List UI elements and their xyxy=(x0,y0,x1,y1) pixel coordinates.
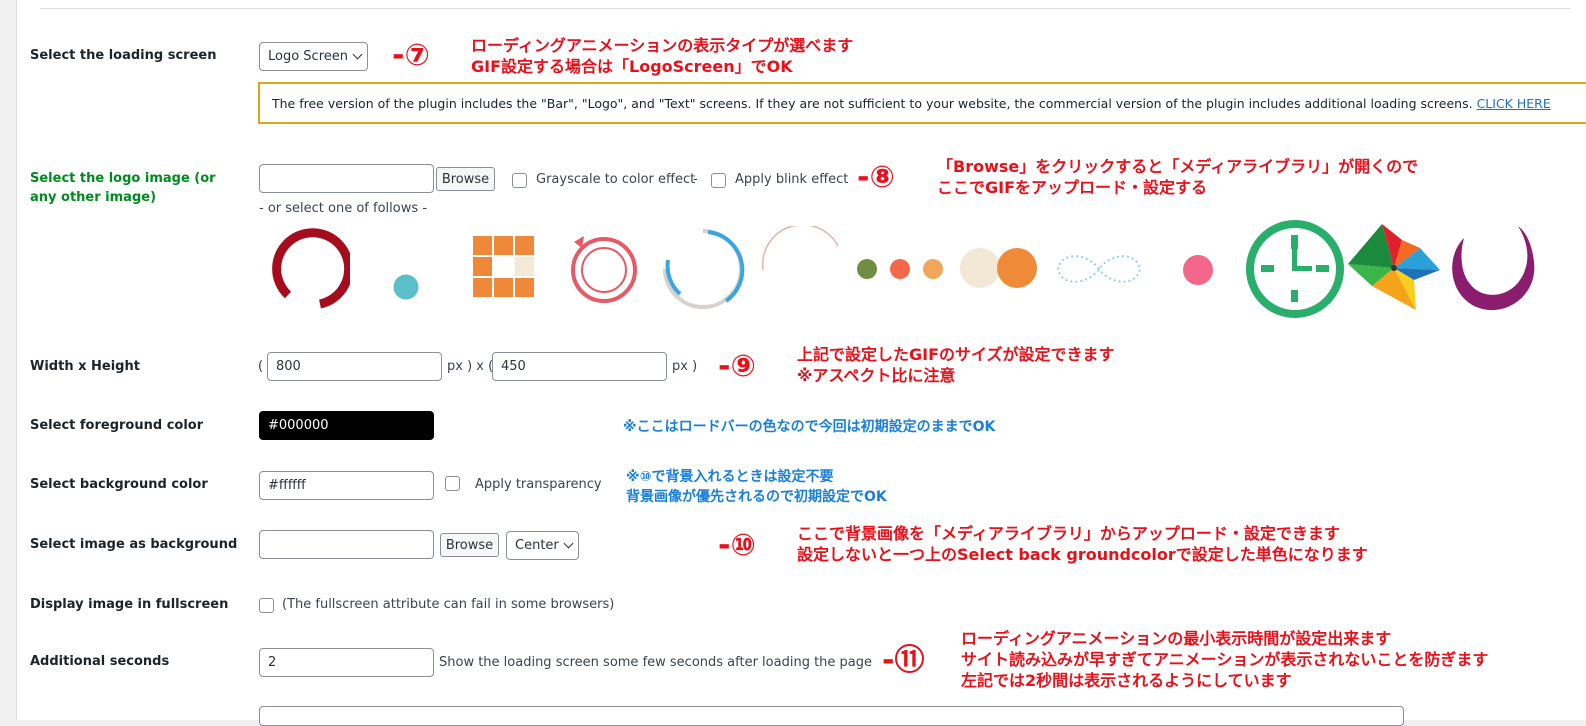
annotation-7-line2: GIF設定する場合は「LogoScreen」でOK xyxy=(471,57,793,76)
loading-screen-label: Select the loading screen xyxy=(30,48,217,63)
pinwheel-loader-icon[interactable] xyxy=(1344,218,1448,318)
seconds-label: Additional seconds xyxy=(30,654,170,669)
annotation-9-line1: 上記で設定したGIFのサイズが設定できます xyxy=(797,345,1115,364)
background-note-line1: ※⑩で背景入れるときは設定不要 xyxy=(626,469,834,485)
pink-dot-loader-icon[interactable] xyxy=(1181,253,1215,287)
loading-screen-select-value: Logo Screen xyxy=(268,49,348,64)
annotation-10-line1: ここで背景画像を「メディアライブラリ」からアップロード・設定できます xyxy=(797,524,1340,543)
annotation-9-line2: ※アスペクト比に注意 xyxy=(797,366,956,385)
or-select-text: - or select one of follows - xyxy=(259,201,427,216)
seconds-hint: Show the loading screen some few seconds… xyxy=(439,655,873,670)
annotation-11-text: ローディングアニメーションの最小表示時間が設定出来ます サイト読み込みが早すぎて… xyxy=(961,628,1488,691)
clock-loader-icon[interactable] xyxy=(1244,218,1346,320)
chevron-down-icon xyxy=(352,49,363,60)
size-label: Width x Height xyxy=(30,359,140,374)
annotation-7-text: ローディングアニメーションの表示タイプが選べます GIF設定する場合は「Logo… xyxy=(471,35,853,77)
click-here-link[interactable]: CLICK HERE xyxy=(1477,96,1551,111)
grid-loader-icon[interactable] xyxy=(473,236,537,300)
chevron-down-icon xyxy=(563,538,574,549)
loading-screen-select[interactable]: Logo Screen xyxy=(259,42,368,71)
logo-image-input[interactable] xyxy=(259,164,434,193)
logo-browse-button[interactable]: Browse xyxy=(436,167,495,191)
annotation-8-text: 「Browse」をクリックすると「メディアライブラリ」が開くので ここでGIFを… xyxy=(937,156,1418,198)
bg-browse-button[interactable]: Browse xyxy=(440,533,499,557)
divider xyxy=(40,8,1570,9)
grayscale-label: Grayscale to color effect xyxy=(536,172,696,187)
bg-position-value: Center xyxy=(515,538,559,553)
background-note: ※⑩で背景入れるときは設定不要 背景画像が優先されるので初期設定でOK xyxy=(626,467,887,507)
foreground-label: Select foreground color xyxy=(30,418,204,433)
ring-loader-icon[interactable] xyxy=(264,226,350,312)
size-px-close: px ) xyxy=(672,359,698,374)
background-label: Select background color xyxy=(30,477,208,492)
annotation-9-number: -⑨ xyxy=(718,349,756,384)
annotation-10-line2: 設定しないと一つ上のSelect back groundcolorで設定した単色… xyxy=(797,545,1368,564)
bg-image-label: Select image as background xyxy=(30,537,238,552)
thin-arc-loader-icon[interactable] xyxy=(758,226,844,276)
two-circles-loader-icon[interactable] xyxy=(958,244,1042,292)
annotation-7-line1: ローディングアニメーションの表示タイプが選べます xyxy=(471,36,854,55)
blink-label: Apply blink effect xyxy=(735,172,849,187)
annotation-8-line2: ここでGIFをアップロード・設定する xyxy=(937,178,1208,197)
foreground-note: ※ここはロードバーの色なので今回は初期設定のままでOK xyxy=(623,419,996,435)
annotation-11-line3: 左記では2秒間は表示されるようにしています xyxy=(961,671,1292,690)
annotation-8-line1: 「Browse」をクリックすると「メディアライブラリ」が開くので xyxy=(937,157,1419,176)
grayscale-checkbox[interactable] xyxy=(512,173,527,188)
fullscreen-note: (The fullscreen attribute can fail in so… xyxy=(282,597,615,612)
height-input[interactable]: 450 xyxy=(492,352,667,381)
width-input[interactable]: 800 xyxy=(267,352,442,381)
purple-arc-loader-icon[interactable] xyxy=(1446,222,1544,316)
bg-position-select[interactable]: Center xyxy=(506,531,579,560)
annotation-11-line2: サイト読み込みが早すぎてアニメーションが表示されないことを防ぎます xyxy=(961,650,1489,669)
bubble-ring-loader-icon[interactable] xyxy=(566,232,642,304)
annotation-9-text: 上記で設定したGIFのサイズが設定できます ※アスペクト比に注意 xyxy=(797,344,1115,386)
bg-image-input[interactable] xyxy=(259,530,434,559)
annotation-8-number: -⑧ xyxy=(857,160,895,195)
seconds-input[interactable]: 2 xyxy=(259,648,434,677)
three-dots-loader-icon[interactable] xyxy=(854,256,946,282)
dot-loader-icon[interactable] xyxy=(391,272,421,302)
circle-arc-loader-icon[interactable] xyxy=(660,226,746,312)
annotation-7-number: -⑦ xyxy=(392,38,430,73)
infinity-loader-icon[interactable] xyxy=(1052,246,1146,292)
size-px-x: px ) x ( xyxy=(447,359,494,374)
annotation-11-number: -⑪ xyxy=(882,643,925,678)
plugin-notice: The free version of the plugin includes … xyxy=(258,82,1586,124)
transparency-checkbox[interactable] xyxy=(445,476,460,491)
annotation-10-number: -⑩ xyxy=(718,528,756,563)
blink-checkbox[interactable] xyxy=(711,173,726,188)
transparency-label: Apply transparency xyxy=(475,477,602,492)
background-color-input[interactable]: #ffffff xyxy=(259,471,434,500)
foreground-color-input[interactable]: #000000 xyxy=(259,411,434,440)
logo-image-label: Select the logo image (or any other imag… xyxy=(30,171,216,205)
fullscreen-label: Display image in fullscreen xyxy=(30,597,229,612)
annotation-11-line1: ローディングアニメーションの最小表示時間が設定出来ます xyxy=(961,629,1392,648)
background-note-line2: 背景画像が優先されるので初期設定でOK xyxy=(626,489,887,505)
notice-text: The free version of the plugin includes … xyxy=(272,95,1473,111)
effect-separator: - xyxy=(693,172,698,187)
size-open-paren: ( xyxy=(258,359,264,374)
next-field[interactable] xyxy=(259,706,1404,726)
fullscreen-checkbox[interactable] xyxy=(259,598,274,613)
annotation-10-text: ここで背景画像を「メディアライブラリ」からアップロード・設定できます 設定しない… xyxy=(797,523,1368,565)
